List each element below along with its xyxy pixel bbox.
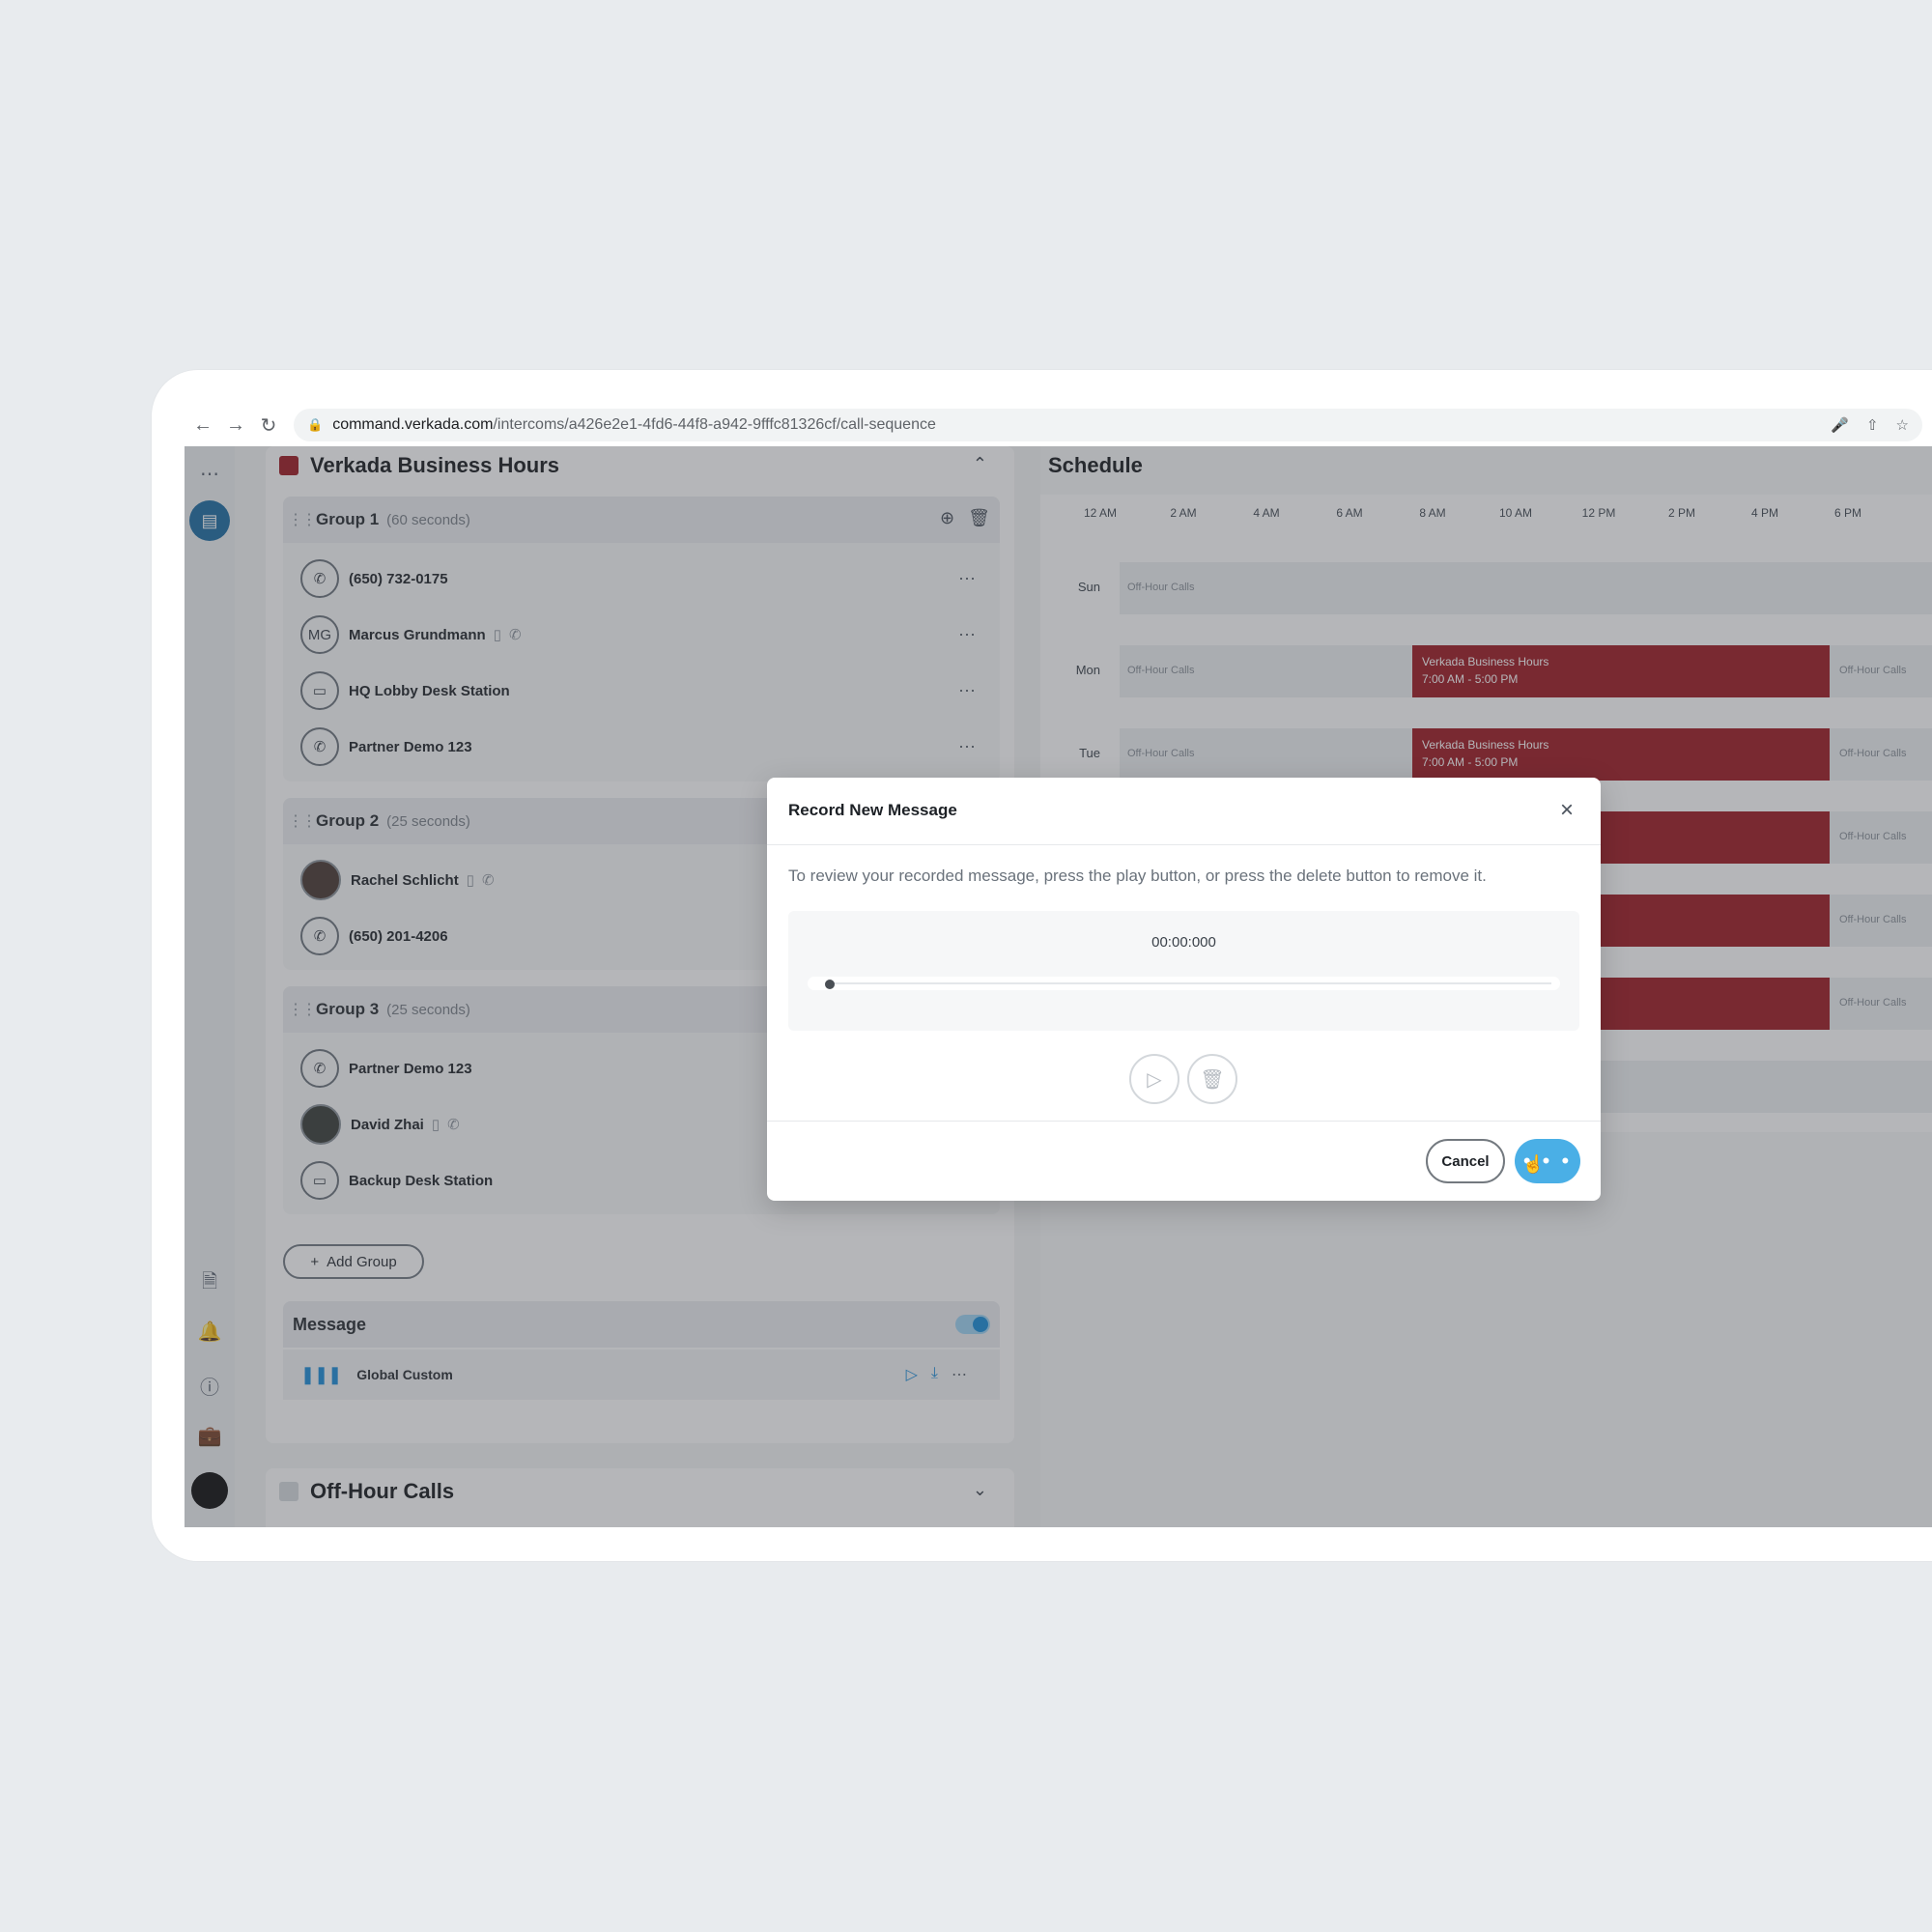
audio-player: 00:00:000 xyxy=(788,911,1579,1031)
close-icon[interactable]: × xyxy=(1560,797,1574,824)
trash-icon[interactable]: 🗑 xyxy=(1187,1054,1237,1104)
progress-track[interactable] xyxy=(808,977,1560,990)
record-message-dialog: Record New Message × To review your reco… xyxy=(767,778,1601,1201)
progress-line xyxy=(829,982,1551,984)
lock-icon: 🔒 xyxy=(307,417,324,432)
divider xyxy=(767,1121,1601,1122)
dialog-title: Record New Message xyxy=(788,801,957,819)
play-icon[interactable]: ▷ xyxy=(1129,1054,1179,1104)
divider xyxy=(767,844,1601,845)
pointer-cursor-icon: ☝ xyxy=(1522,1154,1545,1174)
reload-icon[interactable]: ↻ xyxy=(252,409,285,441)
cancel-button[interactable]: Cancel xyxy=(1426,1139,1505,1183)
share-icon[interactable]: ⇧ xyxy=(1866,416,1879,434)
microphone-icon[interactable]: 🎤 xyxy=(1831,416,1849,434)
dialog-description: To review your recorded message, press t… xyxy=(788,867,1487,885)
arrow-left-icon[interactable]: ← xyxy=(186,409,219,441)
timecode: 00:00:000 xyxy=(1151,934,1216,951)
url-path: /intercoms/a426e2e1-4fd6-44f8-a942-9fffc… xyxy=(493,416,936,433)
star-icon[interactable]: ☆ xyxy=(1896,416,1909,434)
browser-toolbar: ← → ↻ 🔒 command.verkada.com/intercoms/a4… xyxy=(185,404,1932,446)
progress-knob[interactable] xyxy=(825,980,835,989)
url-host: command.verkada.com xyxy=(332,416,494,433)
address-bar[interactable]: 🔒 command.verkada.com/intercoms/a426e2e1… xyxy=(294,409,1922,441)
arrow-right-icon[interactable]: → xyxy=(219,409,252,441)
